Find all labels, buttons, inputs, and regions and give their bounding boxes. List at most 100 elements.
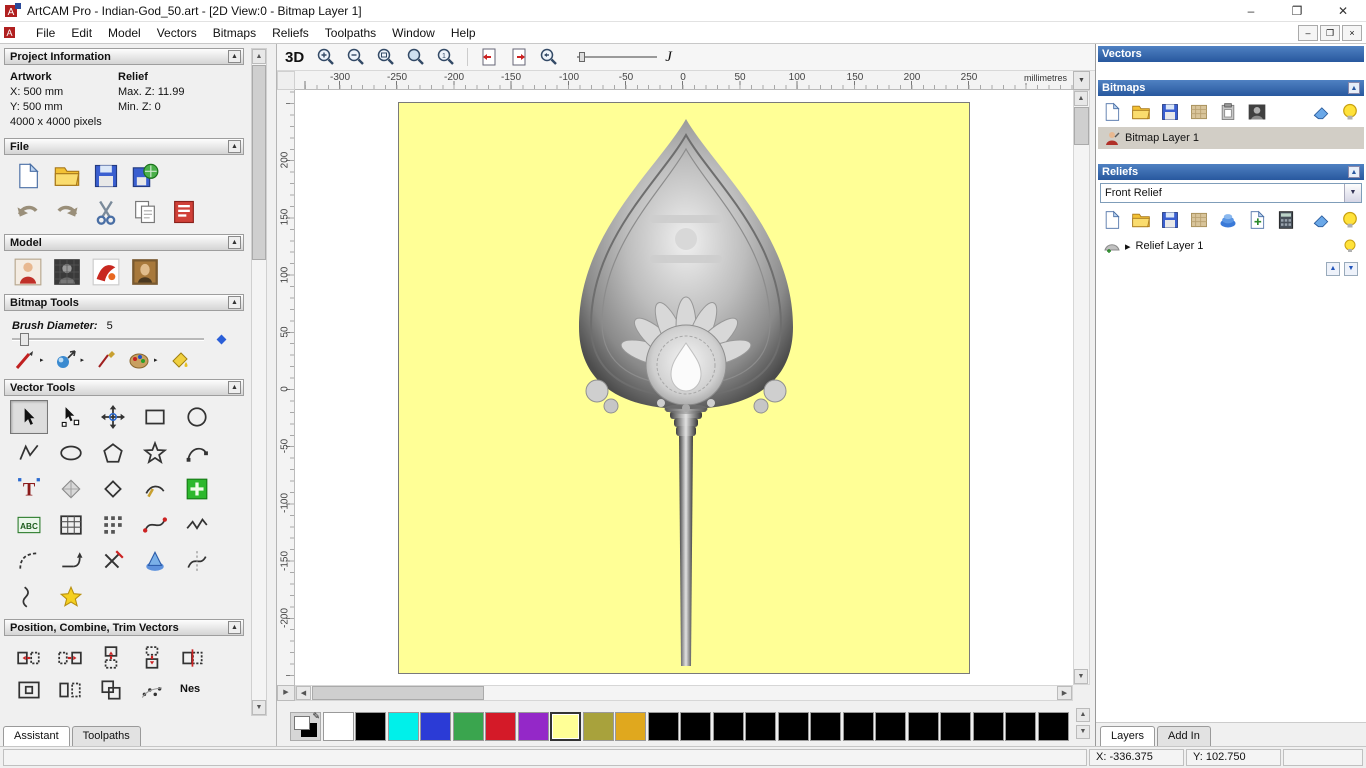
align-left-tool[interactable] [16,645,42,671]
load-relief-icon[interactable] [14,258,42,286]
collapse-model-button[interactable]: ▲ [228,236,241,249]
palette-scroll-up[interactable]: ▲ [1076,708,1090,722]
redo-icon[interactable] [53,198,81,226]
weld-vectors-tool[interactable] [98,677,124,703]
relief-texture-icon[interactable] [1189,210,1209,230]
colour-swatch[interactable] [485,711,516,741]
portrait-model-icon[interactable] [131,258,159,286]
colour-swatch[interactable] [777,711,809,741]
relief-calculator-icon[interactable] [1276,210,1296,230]
zoom-previous-icon[interactable] [537,46,561,68]
transform-vectors-tool[interactable] [94,400,132,434]
relief-layer-row[interactable]: ▸ Relief Layer 1 [1098,235,1364,257]
fit-curve-tool[interactable] [136,508,174,542]
scatter-copies-tool[interactable] [139,677,165,703]
mdi-close-button[interactable]: × [1342,24,1362,41]
colour-swatch[interactable] [875,711,906,741]
menu-vectors[interactable]: Vectors [149,22,205,44]
create-text-tool[interactable]: T [10,472,48,506]
save-bitmap-layer-icon[interactable] [1160,102,1180,122]
scroll-right-button[interactable]: ▶ [1057,686,1072,700]
colour-swatch[interactable] [582,711,614,741]
menu-file[interactable]: File [28,22,63,44]
scroll-down-button[interactable]: ▼ [1074,669,1088,684]
notes-icon[interactable] [170,198,198,226]
profile-tool[interactable] [10,580,48,614]
new-relief-from-layer-icon[interactable] [1247,210,1267,230]
tab-assistant[interactable]: Assistant [3,726,70,746]
new-model-icon[interactable] [14,162,42,190]
paint-brush-icon[interactable] [14,349,36,371]
toggle-relief-visibility-bulb-icon[interactable] [1340,210,1360,230]
colour-picker-icon[interactable] [95,349,117,371]
colour-swatch[interactable] [452,711,484,741]
draw-tool-icon[interactable] [55,349,77,371]
undo-icon[interactable] [14,198,42,226]
greyscale-model-icon[interactable] [53,258,81,286]
texture-layer-icon[interactable] [1189,102,1209,122]
scroll-left-button[interactable]: ◀ [296,686,311,700]
collapse-position-button[interactable]: ▲ [228,621,241,634]
zoom-in-icon[interactable] [314,46,338,68]
flood-fill-icon[interactable] [169,349,191,371]
move-layer-up-button[interactable]: ▲ [1326,262,1340,276]
create-ellipse-tool[interactable] [52,436,90,470]
relief-layer-bulb-icon[interactable] [1342,238,1358,254]
scroll-up-button[interactable]: ▲ [252,49,266,64]
maximize-button[interactable]: ❐ [1274,0,1320,21]
toggle-3d-view-button[interactable]: 3D [285,49,304,66]
centre-in-page-tool[interactable] [16,677,42,703]
scrollbar-thumb[interactable] [312,686,484,700]
export-model-icon[interactable] [131,162,159,190]
scroll-down-button[interactable]: ▼ [252,700,266,715]
expand-relief-layer-icon[interactable]: ▸ [1125,240,1131,253]
scrollbar-thumb[interactable] [252,65,266,260]
mdi-minimize-button[interactable]: – [1298,24,1318,41]
new-relief-layer-icon[interactable] [1102,210,1122,230]
collapse-file-button[interactable]: ▲ [228,140,241,153]
mdi-restore-button[interactable]: ❐ [1320,24,1340,41]
relief-sculpt-icon[interactable] [1218,210,1238,230]
relief-from-image-icon[interactable] [92,258,120,286]
colour-swatch-selected[interactable] [550,711,581,741]
menu-reliefs[interactable]: Reliefs [264,22,317,44]
colour-swatch[interactable] [387,711,419,741]
create-star-tool[interactable] [136,436,174,470]
colour-swatch[interactable] [420,711,451,741]
brush-diameter-slider[interactable] [12,333,204,346]
vector-doctor-tool[interactable] [94,472,132,506]
ruler-units-dropdown[interactable]: ▼ [1073,71,1090,90]
next-view-icon[interactable] [507,46,531,68]
join-vectors-tool[interactable] [52,544,90,578]
create-rectangle-tool[interactable] [136,400,174,434]
collapse-project-info-button[interactable]: ▲ [228,50,241,63]
menu-toolpaths[interactable]: Toolpaths [317,22,384,44]
colour-swatch[interactable] [647,711,679,741]
slider-handle[interactable] [20,333,29,346]
section-tool[interactable] [178,544,216,578]
align-top-tool[interactable] [98,645,124,671]
menu-help[interactable]: Help [443,22,484,44]
wrap-text-tool[interactable] [52,472,90,506]
assistant-scrollbar[interactable]: ▲ ▼ [251,48,267,716]
vertical-scrollbar[interactable]: ▲ ▼ [1073,90,1090,685]
paste-layer-icon[interactable] [1218,102,1238,122]
array-copy-tool[interactable] [94,508,132,542]
colour-swatch[interactable] [907,711,939,741]
smooth-polyline-tool[interactable] [178,508,216,542]
spin-profile-tool[interactable] [136,544,174,578]
open-bitmap-layer-icon[interactable] [1131,102,1151,122]
delete-layer-icon[interactable] [1311,102,1331,122]
horizontal-scrollbar[interactable]: ◀ ▶ [295,685,1073,701]
select-vectors-tool[interactable] [10,400,48,434]
align-bottom-tool[interactable] [139,645,165,671]
colour-swatch[interactable] [810,711,841,741]
save-model-icon[interactable] [92,162,120,190]
node-editing-tool[interactable] [52,400,90,434]
colour-swatch[interactable] [322,711,354,741]
zoom-scale-icon[interactable]: 1 [434,46,458,68]
ruler-units-label[interactable]: millimetres [1021,73,1069,83]
abc-text-grid-tool[interactable]: ABC [10,508,48,542]
create-polyline-tool[interactable] [10,436,48,470]
toggle-visibility-bulb-icon[interactable] [1340,102,1360,122]
